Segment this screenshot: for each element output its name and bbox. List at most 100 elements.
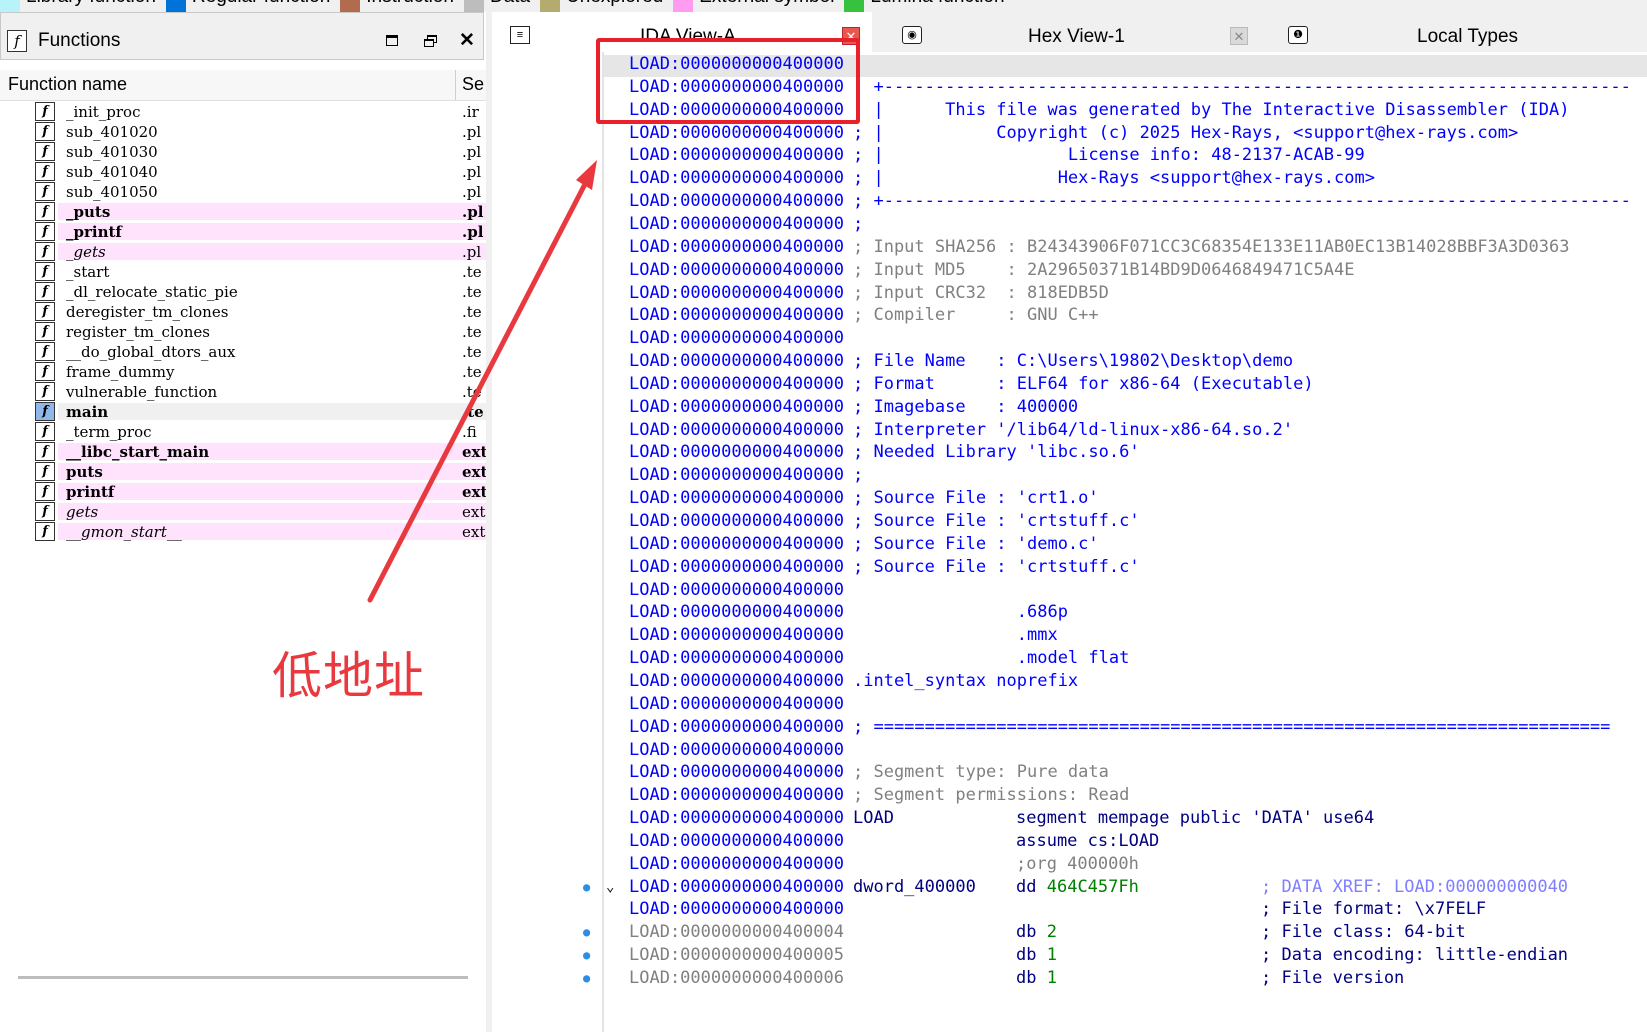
line-address: LOAD:0000000000400000 [629, 533, 844, 554]
function-row[interactable]: f _dl_relocate_static_pie .te [0, 282, 486, 302]
disasm-line[interactable]: LOAD:0000000000400000 .model flat [492, 647, 1647, 670]
highlight-box-annotation [596, 38, 860, 124]
breakpoint-dot-icon[interactable]: ● [583, 876, 590, 899]
disasm-line[interactable]: LOAD:0000000000400000; [492, 464, 1647, 487]
function-row[interactable]: f printf ext [0, 482, 486, 502]
disasm-line[interactable]: LOAD:0000000000400000 ;org 400000h [492, 853, 1647, 876]
function-row[interactable]: f sub_401040 .pl [0, 162, 486, 182]
tab-local-types[interactable]: ❶ Local Types [1274, 12, 1647, 52]
disasm-line[interactable]: LOAD:0000000000400000 ; Source File : 'de… [492, 533, 1647, 556]
close-icon[interactable]: ✕ [1230, 27, 1248, 45]
collapse-chevron-icon[interactable]: ⌄ [606, 876, 614, 899]
disasm-line[interactable]: LOAD:0000000000400000 ; File format: \x7F… [492, 898, 1647, 921]
column-header-segment[interactable]: Se [462, 74, 486, 95]
function-row[interactable]: f _term_proc .fi [0, 422, 486, 442]
function-row[interactable]: f main .te [0, 402, 486, 422]
function-row[interactable]: f _puts .pl [0, 202, 486, 222]
disasm-line[interactable]: LOAD:0000000000400000 ; Segment permissio… [492, 784, 1647, 807]
disasm-line[interactable]: LOAD:0000000000400000 [492, 579, 1647, 602]
disasm-line[interactable]: LOAD:0000000000400000 .686p [492, 601, 1647, 624]
close-icon[interactable]: ✕ [457, 31, 477, 51]
disasm-line[interactable]: LOAD:0000000000400000 ; | Hex-Rays <suppo… [492, 167, 1647, 190]
disasm-line[interactable]: LOAD:0000000000400000 assume cs:LOAD [492, 830, 1647, 853]
function-row[interactable]: f sub_401050 .pl [0, 182, 486, 202]
breakpoint-dot-icon[interactable]: ● [583, 921, 590, 944]
function-row[interactable]: f gets ext [0, 502, 486, 522]
function-segment: .pl [462, 203, 484, 221]
disasm-line[interactable]: LOAD:0000000000400000 ; =================… [492, 716, 1647, 739]
disasm-line[interactable]: LOAD:0000000000400000 ; Format : ELF64 fo… [492, 373, 1647, 396]
horizontal-scrollbar[interactable] [18, 976, 468, 979]
function-row[interactable]: f puts ext [0, 462, 486, 482]
line-comment: ; [853, 465, 864, 486]
disasm-line[interactable]: LOAD:0000000000400000 .intel_syntax nopre… [492, 670, 1647, 693]
disasm-line[interactable]: LOAD:0000000000400000 ; Source File : 'cr… [492, 510, 1647, 533]
breakpoint-dot-icon[interactable]: ● [583, 967, 590, 990]
function-row[interactable]: f sub_401020 .pl [0, 122, 486, 142]
function-row[interactable]: f _init_proc .ir [0, 102, 486, 122]
line-address: LOAD:0000000000400000 [629, 442, 844, 463]
function-row[interactable]: f frame_dummy .te [0, 362, 486, 382]
line-comment: ; Input SHA256 : B24343906F071CC3C68354E… [853, 236, 1570, 257]
maximize-button[interactable] [383, 31, 403, 51]
line-address: LOAD:0000000000400000 [629, 488, 844, 509]
disasm-line[interactable]: LOAD:0000000000400000 LOAD segment mempage… [492, 807, 1647, 830]
row-highlight [58, 223, 486, 240]
function-row[interactable]: f register_tm_clones .te [0, 322, 486, 342]
line-address: LOAD:0000000000400000 [629, 191, 844, 212]
disassembly-view[interactable]: LOAD:0000000000400000 LOAD:00000000004000… [492, 52, 1647, 1032]
disasm-line[interactable]: LOAD:0000000000400000 ; Input MD5 : 2A296… [492, 259, 1647, 282]
legend-label: Unexplored [566, 0, 663, 6]
function-icon: f [35, 422, 55, 441]
function-name: sub_401040 [66, 163, 158, 181]
disasm-line[interactable]: ● LOAD:0000000000400004 db 2 ; File class: … [492, 921, 1647, 944]
line-label[interactable]: LOAD [853, 807, 894, 830]
float-window-button[interactable] [421, 31, 441, 51]
function-row[interactable]: f __do_global_dtors_aux .te [0, 342, 486, 362]
line-comment: ; Needed Library 'libc.so.6' [853, 442, 1140, 463]
disasm-line[interactable]: LOAD:0000000000400000 ; Needed Library 'l… [492, 441, 1647, 464]
disasm-line[interactable]: ● LOAD:0000000000400005 db 1 ; Data encodin… [492, 944, 1647, 967]
tab-hex-view-1[interactable]: ◉ Hex View-1 ✕ [884, 12, 1262, 52]
column-divider[interactable] [455, 70, 456, 100]
disasm-line[interactable]: LOAD:0000000000400000 ; | License info: 4… [492, 144, 1647, 167]
function-row[interactable]: f sub_401030 .pl [0, 142, 486, 162]
line-label[interactable]: dword_400000 [853, 876, 976, 899]
line-address: LOAD:0000000000400000 [629, 236, 844, 257]
disasm-line[interactable]: LOAD:0000000000400000 ; Source File : 'cr… [492, 556, 1647, 579]
function-name: __do_global_dtors_aux [66, 343, 236, 361]
function-segment: .pl [462, 123, 482, 141]
disasm-line[interactable]: LOAD:0000000000400000 ; Interpreter '/lib… [492, 419, 1647, 442]
disasm-line[interactable]: LOAD:0000000000400000 ; Compiler : GNU C+… [492, 304, 1647, 327]
function-row[interactable]: f vulnerable_function .te [0, 382, 486, 402]
disasm-line[interactable]: LOAD:0000000000400000 .mmx [492, 624, 1647, 647]
function-row[interactable]: f __gmon_start__ ext [0, 522, 486, 542]
disasm-line[interactable]: LOAD:0000000000400000 ; Input CRC32 : 818… [492, 282, 1647, 305]
legend-item: Lumina function [844, 0, 1005, 12]
function-row[interactable]: f deregister_tm_clones .te [0, 302, 486, 322]
disasm-line[interactable]: ● LOAD:0000000000400006 db 1 ; File version [492, 967, 1647, 990]
disasm-line[interactable]: LOAD:0000000000400000 [492, 739, 1647, 762]
line-mnemonic: dd [1016, 876, 1037, 897]
function-row[interactable]: f _start .te [0, 262, 486, 282]
disasm-line[interactable]: LOAD:0000000000400000 [492, 327, 1647, 350]
disasm-line[interactable]: LOAD:0000000000400000 ; Input SHA256 : B2… [492, 236, 1647, 259]
function-row[interactable]: f _gets .pl [0, 242, 486, 262]
line-operand: 1 [1046, 968, 1057, 988]
function-icon: f [35, 242, 55, 261]
disasm-line[interactable]: LOAD:0000000000400000; [492, 213, 1647, 236]
breakpoint-dot-icon[interactable]: ● [583, 944, 590, 967]
disasm-line[interactable]: LOAD:0000000000400000 ; Imagebase : 40000… [492, 396, 1647, 419]
function-row[interactable]: f _printf .pl [0, 222, 486, 242]
disasm-line[interactable]: LOAD:0000000000400000 ; File Name : C:\Us… [492, 350, 1647, 373]
disasm-line[interactable]: LOAD:0000000000400000 ; | Copyright (c) 2… [492, 122, 1647, 145]
disasm-line[interactable]: ● ⌄ LOAD:0000000000400000 dword_400000 dd 46… [492, 876, 1647, 899]
function-row[interactable]: f __libc_start_main ext [0, 442, 486, 462]
function-name: sub_401050 [66, 183, 158, 201]
disasm-line[interactable]: LOAD:0000000000400000 ; Segment type: Pur… [492, 761, 1647, 784]
disasm-line[interactable]: LOAD:0000000000400000 [492, 693, 1647, 716]
function-name: __libc_start_main [66, 443, 210, 461]
disasm-line[interactable]: LOAD:0000000000400000 ; +----------------… [492, 190, 1647, 213]
disasm-line[interactable]: LOAD:0000000000400000 ; Source File : 'cr… [492, 487, 1647, 510]
column-header-function-name[interactable]: Function name [8, 74, 127, 95]
